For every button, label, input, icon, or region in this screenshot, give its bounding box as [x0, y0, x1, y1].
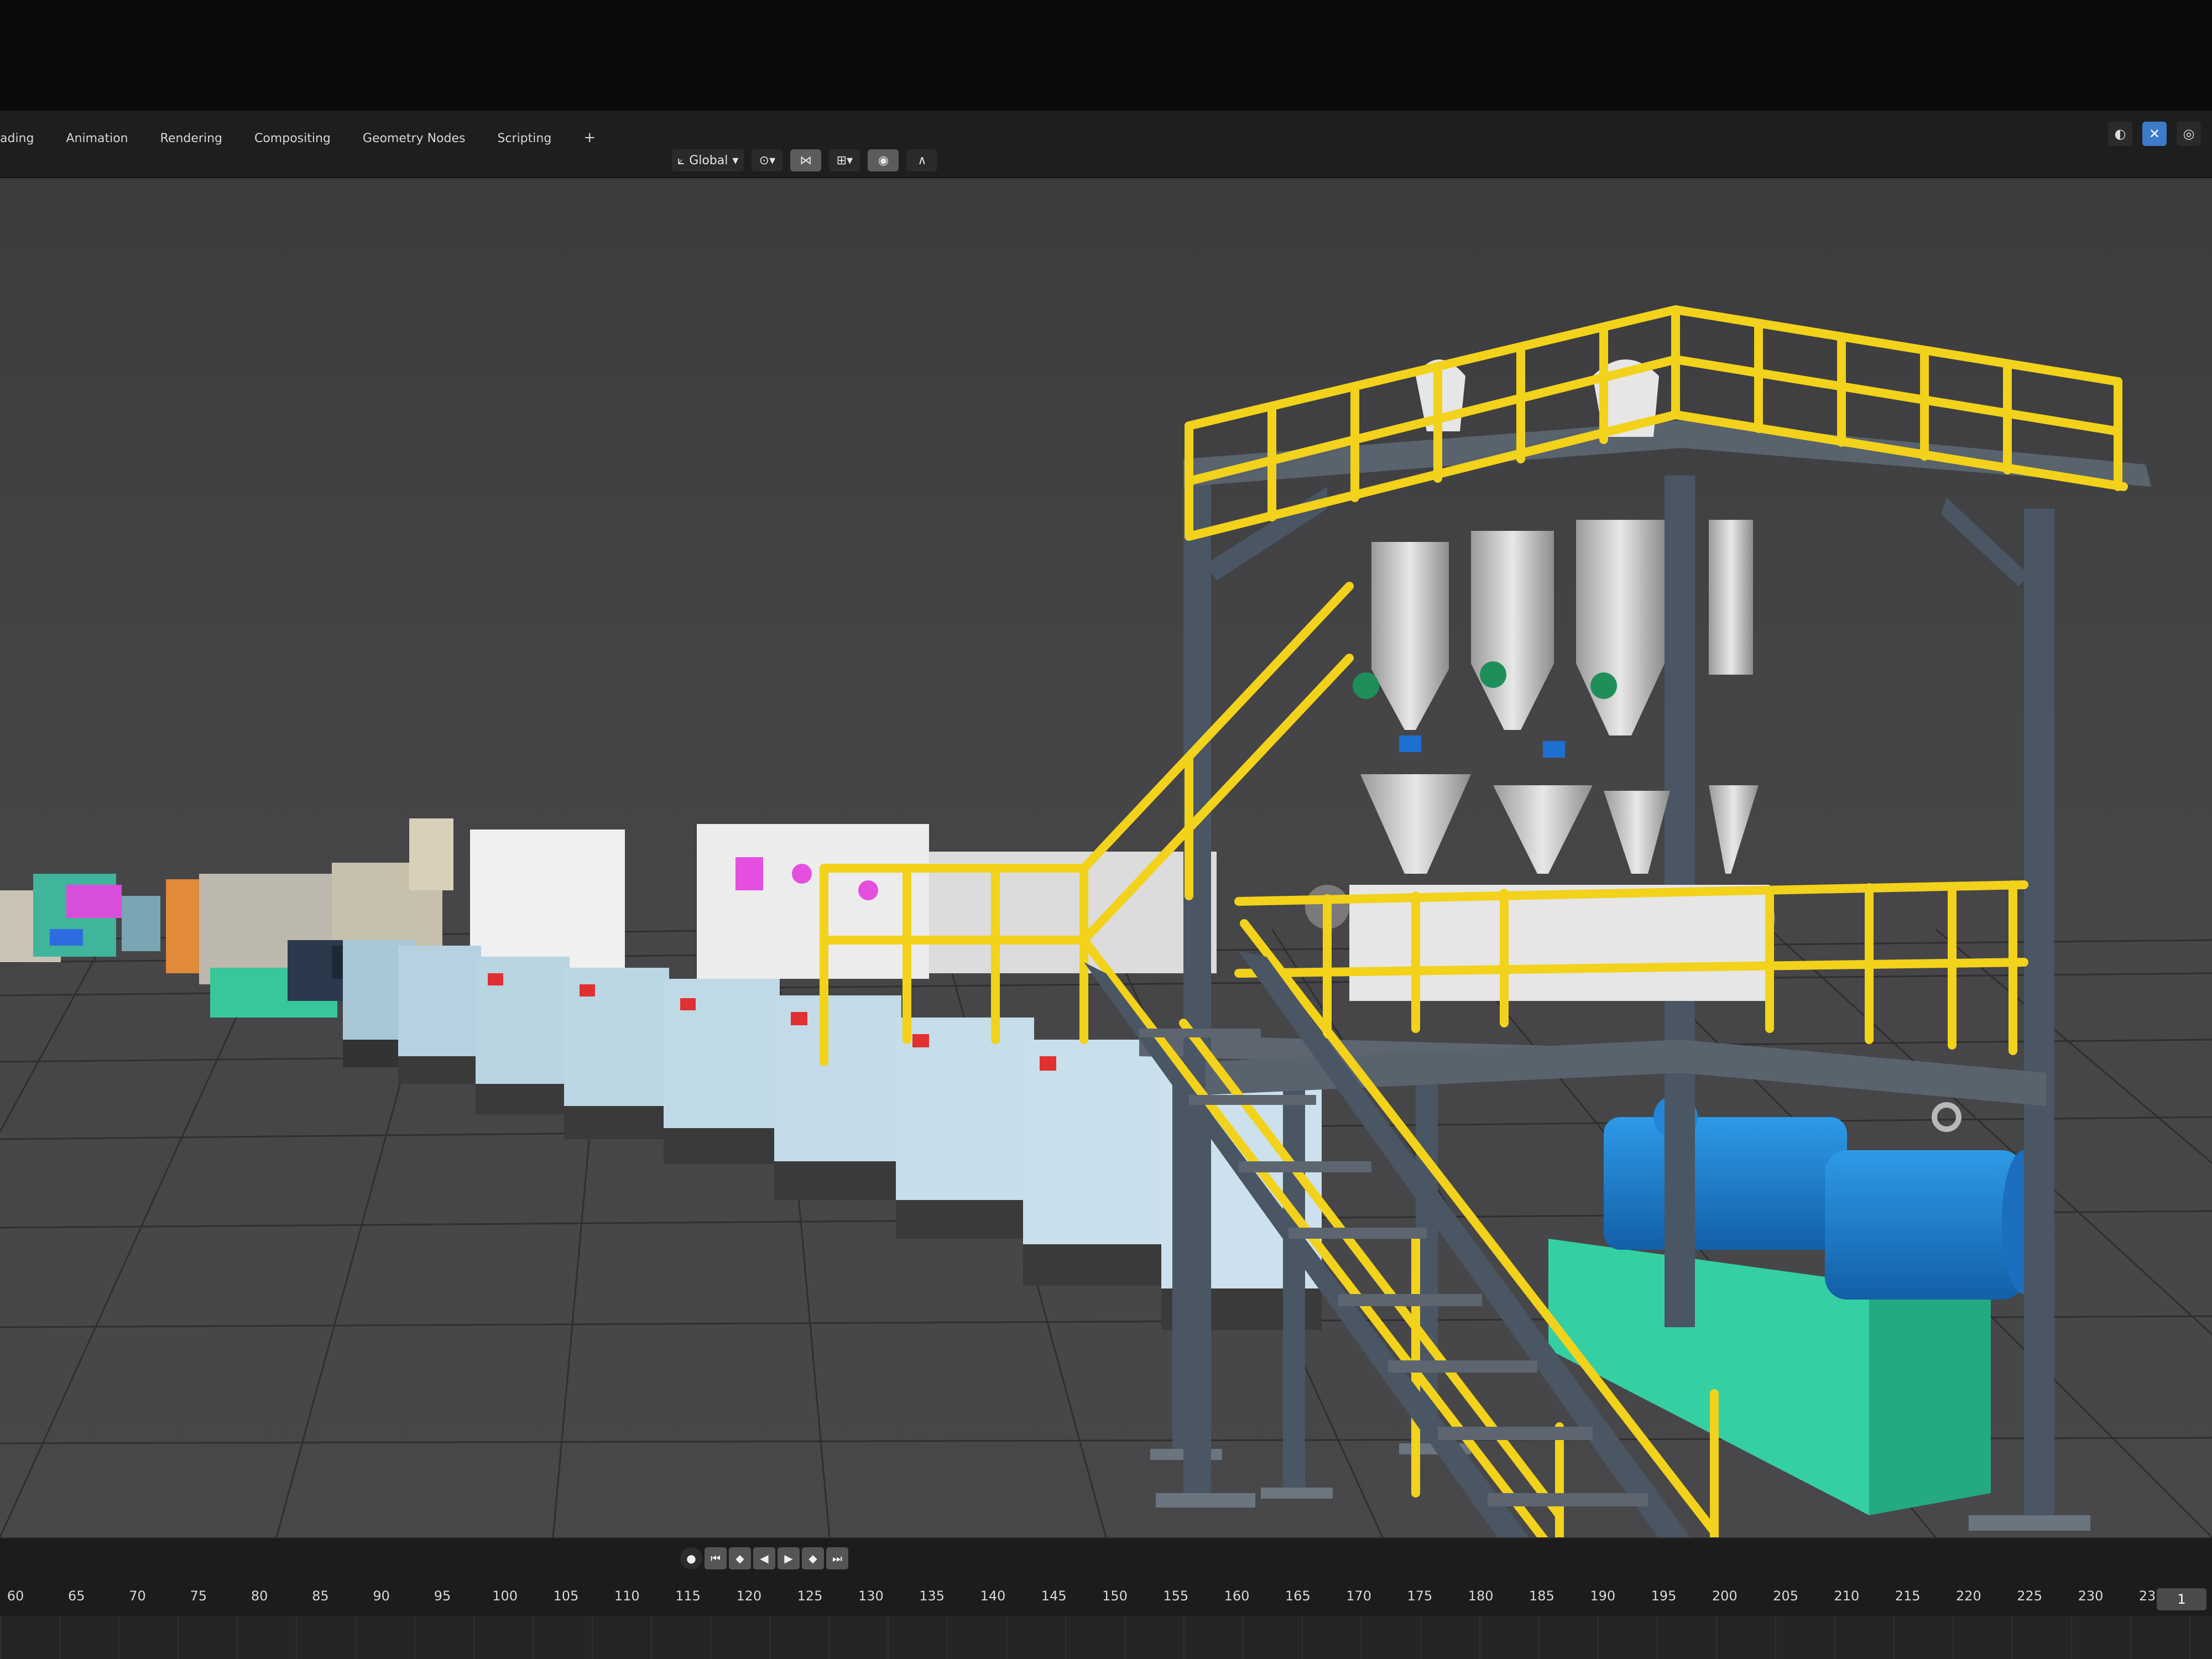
- tab-geometry-nodes[interactable]: Geometry Nodes: [363, 132, 466, 146]
- record-button[interactable]: ●: [680, 1547, 702, 1569]
- playback-controls: ● ⏮ ◆ ◀ ▶ ◆ ⏭: [680, 1547, 848, 1569]
- frame-number: 140: [980, 1588, 1006, 1604]
- frame-number: 175: [1407, 1588, 1433, 1604]
- frame-number: 160: [1224, 1588, 1250, 1604]
- header-right-tools: ◐ ✕ ◎: [2108, 122, 2201, 146]
- frame-numbers: 60 65 70 75 80 85 90 95 100 105 110 115 120 125 130 135…: [0, 1588, 2164, 1604]
- frame-number: 95: [434, 1588, 451, 1604]
- eye-icon: ◐: [2114, 126, 2126, 142]
- viewport-header-tools: ⟀ Global ▾ ⊙ ▾ ⋈ ⊞ ▾ ◉ ∧: [672, 149, 938, 171]
- frame-number: 70: [129, 1588, 146, 1604]
- frame-number: 120: [736, 1588, 762, 1604]
- add-workspace-button[interactable]: +: [583, 129, 596, 146]
- blender-window: ading Animation Rendering Compositing Ge…: [0, 111, 2212, 1659]
- frame-number: 75: [190, 1588, 207, 1604]
- frame-number: 230: [2078, 1588, 2104, 1604]
- frame-number: 210: [1834, 1588, 1860, 1604]
- play-reverse-icon: ◀: [760, 1552, 769, 1565]
- frame-number: 200: [1712, 1588, 1738, 1604]
- current-frame-field[interactable]: 1: [2157, 1588, 2206, 1610]
- frame-number: 100: [492, 1588, 518, 1604]
- orientation-icon: ⟀: [677, 153, 685, 168]
- jump-end-button[interactable]: ⏭: [826, 1547, 848, 1569]
- frame-number: 185: [1529, 1588, 1554, 1604]
- frame-number: 215: [1895, 1588, 1921, 1604]
- frame-number: 195: [1651, 1588, 1677, 1604]
- transform-pivot-button[interactable]: ⊙ ▾: [752, 149, 783, 171]
- record-icon: ●: [686, 1552, 696, 1565]
- jump-keyframe-forward-button[interactable]: ◆: [802, 1547, 824, 1569]
- frame-number: 150: [1102, 1588, 1128, 1604]
- proportional-edit-button[interactable]: ◉: [868, 149, 899, 171]
- falloff-button[interactable]: ∧: [906, 149, 938, 171]
- frame-number: 155: [1163, 1588, 1189, 1604]
- workspace-tabs: ading Animation Rendering Compositing Ge…: [0, 129, 596, 146]
- frame-number: 115: [675, 1588, 701, 1604]
- frame-number: 65: [68, 1588, 85, 1604]
- frame-number: 220: [1956, 1588, 1981, 1604]
- jump-start-button[interactable]: ⏮: [705, 1547, 727, 1569]
- play-icon: ▶: [784, 1552, 793, 1565]
- jump-end-icon: ⏭: [832, 1552, 842, 1565]
- transform-pivot-icon: ⊙: [759, 153, 770, 168]
- jump-start-icon: ⏮: [711, 1552, 721, 1565]
- frame-number: 80: [251, 1588, 268, 1604]
- frame-number: 90: [373, 1588, 390, 1604]
- overlay-button[interactable]: ◎: [2177, 122, 2201, 146]
- tab-compositing[interactable]: Compositing: [254, 132, 331, 146]
- frame-number: 110: [614, 1588, 640, 1604]
- play-button[interactable]: ▶: [778, 1547, 800, 1569]
- proportional-edit-icon: ◉: [878, 153, 889, 168]
- chevron-down-icon: ▾: [732, 153, 739, 168]
- chevron-down-icon: ▾: [769, 153, 776, 168]
- scene-render: [0, 305, 2212, 1537]
- tab-shading[interactable]: ading: [0, 132, 34, 146]
- falloff-icon: ∧: [917, 153, 927, 168]
- chevron-down-icon: ▾: [847, 153, 853, 168]
- visibility-button[interactable]: ◐: [2108, 122, 2132, 146]
- frame-number: 85: [312, 1588, 329, 1604]
- jump-keyframe-back-button[interactable]: ◆: [729, 1547, 751, 1569]
- tab-animation[interactable]: Animation: [66, 132, 128, 146]
- keyframe-back-icon: ◆: [735, 1552, 744, 1565]
- snap-button[interactable]: ⋈: [790, 149, 822, 171]
- frame-number: 135: [919, 1588, 945, 1604]
- frame-number: 225: [2017, 1588, 2043, 1604]
- frame-number: 125: [797, 1588, 823, 1604]
- snap-target-icon: ⊞: [836, 153, 847, 168]
- frame-number: 105: [553, 1588, 579, 1604]
- tab-rendering[interactable]: Rendering: [160, 132, 222, 146]
- overlay-icon: ◎: [2183, 126, 2195, 142]
- 3d-viewport[interactable]: [0, 177, 2212, 1537]
- timeline-panel: ● ⏮ ◆ ◀ ▶ ◆ ⏭ 60 65 70 75 80 85 90 95 100 105 110 1…: [0, 1537, 2212, 1659]
- frame-number: 145: [1041, 1588, 1067, 1604]
- orientation-dropdown[interactable]: ⟀ Global ▾: [672, 149, 744, 171]
- frame-number: 165: [1285, 1588, 1311, 1604]
- tab-scripting[interactable]: Scripting: [497, 132, 551, 146]
- frame-number: 205: [1773, 1588, 1798, 1604]
- gizmo-icon: ✕: [2148, 126, 2161, 142]
- play-reverse-button[interactable]: ◀: [753, 1547, 775, 1569]
- gizmo-button[interactable]: ✕: [2142, 122, 2167, 146]
- frame-number: 60: [7, 1588, 24, 1604]
- frame-number: 130: [858, 1588, 884, 1604]
- timeline-ruler[interactable]: [0, 1616, 2212, 1659]
- frame-number: 190: [1590, 1588, 1616, 1604]
- orientation-label: Global: [689, 153, 728, 168]
- snap-target-button[interactable]: ⊞ ▾: [829, 149, 860, 171]
- snap-icon: ⋈: [800, 153, 812, 168]
- top-bar: ading Animation Rendering Compositing Ge…: [0, 111, 2212, 178]
- frame-number: 170: [1346, 1588, 1371, 1604]
- frame-number: 180: [1468, 1588, 1494, 1604]
- keyframe-forward-icon: ◆: [808, 1552, 817, 1565]
